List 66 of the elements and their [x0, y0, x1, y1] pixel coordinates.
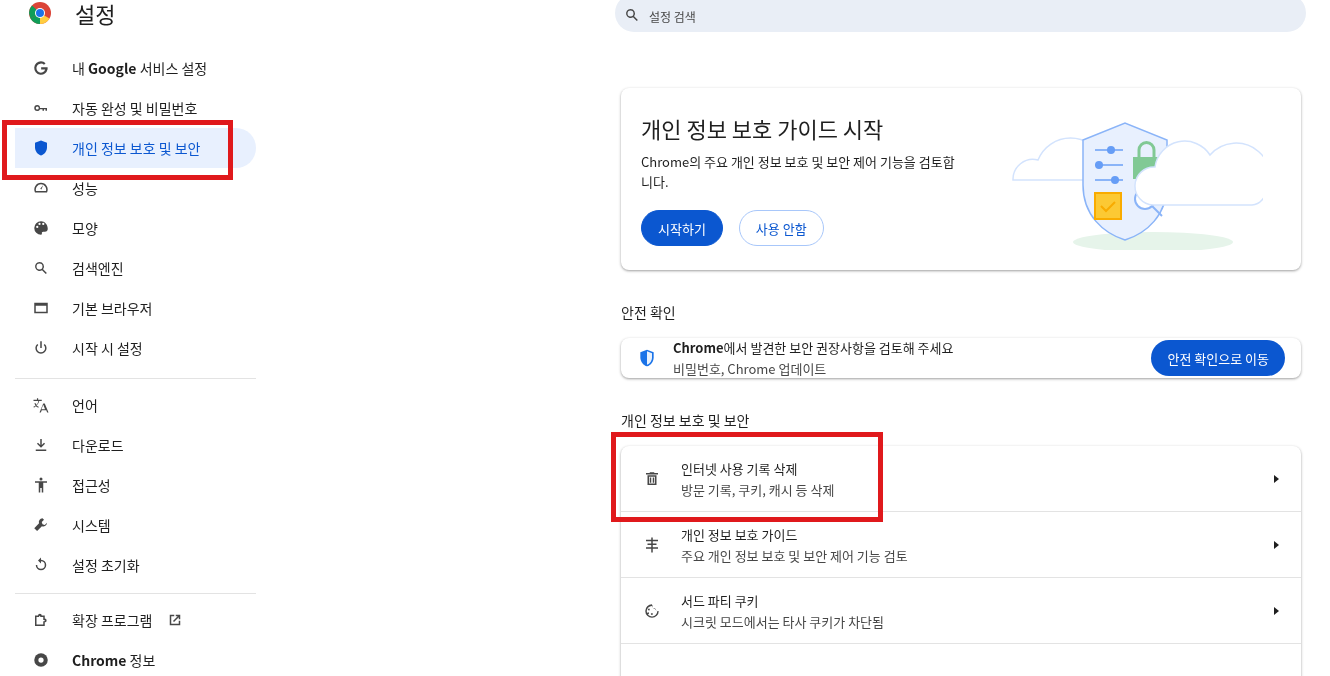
sidebar-item-label: 모양 — [72, 218, 98, 238]
sidebar-item-label: 검색엔진 — [72, 258, 124, 278]
sidebar-item[interactable]: 개인 정보 보호 및 보안 — [15, 128, 256, 168]
sidebar-item-label: 설정 초기화 — [72, 555, 140, 575]
translate-icon — [32, 396, 50, 414]
sidebar-item-label: 내 Google 서비스 설정 — [72, 58, 208, 78]
dismiss-button[interactable]: 사용 안함 — [738, 210, 824, 246]
chrome-icon — [32, 651, 50, 669]
sidebar-item-label: 기본 브라우저 — [72, 298, 153, 318]
safety-check-button[interactable]: 안전 확인으로 이동 — [1151, 340, 1285, 376]
sidebar-item[interactable]: 자동 완성 및 비밀번호 — [0, 88, 256, 128]
guide-icon — [643, 535, 661, 554]
sidebar-item[interactable]: 모양 — [0, 208, 256, 248]
sidebar-item-label: 자동 완성 및 비밀번호 — [72, 98, 198, 118]
page-title: 설정 — [75, 0, 116, 29]
sidebar-item[interactable]: 확장 프로그램 — [15, 600, 256, 640]
sidebar-item[interactable]: 설정 초기화 — [15, 545, 256, 585]
wrench-icon — [32, 516, 50, 534]
sidebar-item[interactable]: 접근성 — [15, 465, 256, 505]
sidebar-item-label: Chrome 정보 — [72, 650, 156, 670]
safety-check-title: Chrome에서 발견한 보안 권장사항을 검토해 주세요 — [673, 338, 955, 357]
caret-icon — [1271, 539, 1281, 550]
sidebar-item-label: 시작 시 설정 — [72, 338, 143, 358]
settings-row[interactable]: 개인 정보 보호 가이드 주요 개인 정보 보호 및 보안 제어 기능 검토 — [621, 512, 1301, 578]
sidebar-item[interactable]: 시작 시 설정 — [0, 328, 256, 368]
caret-icon — [1271, 473, 1281, 484]
google-icon — [32, 59, 50, 77]
sidebar-item-label: 성능 — [72, 178, 98, 198]
row-title: 개인 정보 보호 가이드 — [681, 524, 799, 544]
sidebar-item-label: 다운로드 — [72, 435, 124, 455]
accessibility-icon — [32, 476, 50, 494]
card-title: 개인 정보 보호 가이드 시작 — [641, 112, 885, 144]
sidebar-item[interactable]: 성능 — [0, 168, 256, 208]
shield-icon — [32, 139, 50, 157]
sidebar-item-label: 시스템 — [72, 515, 111, 535]
settings-row[interactable]: 서드 파티 쿠키 시크릿 모드에서는 타사 쿠키가 차단됨 — [621, 578, 1301, 644]
row-subtitle: 방문 기록, 쿠키, 캐시 등 삭제 — [681, 479, 836, 499]
trash-icon — [643, 469, 661, 488]
section-heading: 안전 확인 — [621, 302, 677, 322]
sidebar-item[interactable]: 언어 — [15, 385, 256, 425]
section-heading: 개인 정보 보호 및 보안 — [621, 410, 751, 430]
row-subtitle: 시크릿 모드에서는 타사 쿠키가 차단됨 — [681, 611, 885, 631]
sidebar-item[interactable]: Chrome 정보 — [15, 640, 256, 676]
sidebar-item-label: 개인 정보 보호 및 보안 — [72, 138, 201, 158]
sidebar-item-label: 접근성 — [72, 475, 111, 495]
palette-icon — [32, 219, 50, 237]
sidebar-item-label: 확장 프로그램 — [72, 610, 153, 630]
search-field[interactable]: 설정 검색 — [615, 0, 1306, 32]
row-subtitle: 주요 개인 정보 보호 및 보안 제어 기능 검토 — [681, 545, 909, 565]
sidebar-item-label: 언어 — [72, 395, 98, 415]
row-title: 서드 파티 쿠키 — [681, 590, 760, 610]
sidebar-item[interactable]: 다운로드 — [15, 425, 256, 465]
row-title: 인터넷 사용 기록 삭제 — [681, 458, 799, 478]
shield-icon — [637, 348, 657, 368]
sidebar-item[interactable]: 내 Google 서비스 설정 — [0, 48, 256, 88]
cookie-icon — [643, 601, 661, 620]
sidebar-item[interactable]: 검색엔진 — [0, 248, 256, 288]
sidebar-item[interactable]: 시스템 — [15, 505, 256, 545]
chrome-logo — [28, 1, 52, 25]
settings-row[interactable]: 인터넷 사용 기록 삭제 방문 기록, 쿠키, 캐시 등 삭제 — [621, 446, 1301, 512]
start-button[interactable]: 시작하기 — [641, 210, 723, 246]
card-description: Chrome의 주요 개인 정보 보호 및 보안 제어 기능을 검토합니다. — [641, 152, 956, 192]
safety-check-subtitle: 비밀번호, Chrome 업데이트 — [673, 359, 828, 378]
caret-icon — [1271, 605, 1281, 616]
puzzle-icon — [32, 611, 50, 629]
sidebar-item[interactable]: 기본 브라우저 — [0, 288, 256, 328]
